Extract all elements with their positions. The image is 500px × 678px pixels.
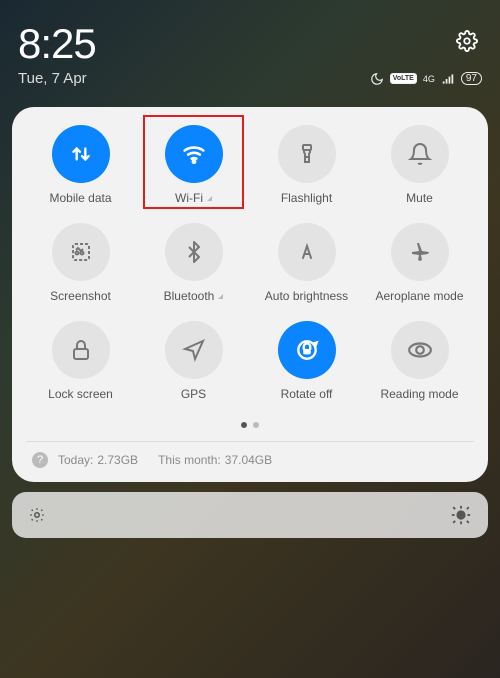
tile-mute[interactable]: Mute <box>365 125 474 205</box>
lock-icon[interactable] <box>52 321 110 379</box>
tile-label: Flashlight <box>281 191 332 205</box>
usage-month-value: 37.04GB <box>225 453 272 467</box>
expand-indicator-icon[interactable] <box>207 196 212 201</box>
tile-label: Mobile data <box>49 191 111 205</box>
usage-today-label: Today: <box>58 453 93 467</box>
divider <box>26 441 474 442</box>
mobile-data-icon[interactable] <box>52 125 110 183</box>
data-usage-row[interactable]: ? Today: 2.73GB This month: 37.04GB <box>26 450 474 472</box>
usage-month-label: This month: <box>158 453 221 467</box>
tile-label: Bluetooth <box>164 289 224 303</box>
tile-bluetooth[interactable]: Bluetooth <box>139 223 248 303</box>
tile-screenshot[interactable]: Screenshot <box>26 223 135 303</box>
tile-label: Rotate off <box>281 387 333 401</box>
tile-aeroplane[interactable]: Aeroplane mode <box>365 223 474 303</box>
mute-icon[interactable] <box>391 125 449 183</box>
tile-rotate[interactable]: Rotate off <box>252 321 361 401</box>
tile-label: Lock screen <box>48 387 113 401</box>
volte-badge: VoLTE <box>390 73 417 84</box>
reading-icon[interactable] <box>391 321 449 379</box>
screenshot-icon[interactable] <box>52 223 110 281</box>
tile-lock[interactable]: Lock screen <box>26 321 135 401</box>
date-text: Tue, 7 Apr <box>18 70 87 87</box>
tile-reading[interactable]: Reading mode <box>365 321 474 401</box>
dnd-moon-icon <box>370 72 384 86</box>
network-type: 4G <box>423 74 435 84</box>
tile-wifi[interactable]: Wi-Fi <box>139 125 248 205</box>
tile-gps[interactable]: GPS <box>139 321 248 401</box>
brightness-slider[interactable] <box>12 492 488 538</box>
tile-label: Aeroplane mode <box>375 289 463 303</box>
tile-flashlight[interactable]: Flashlight <box>252 125 361 205</box>
auto-bright-icon[interactable] <box>278 223 336 281</box>
page-indicator[interactable] <box>26 415 474 433</box>
clock-time: 8:25 <box>18 20 482 68</box>
status-icons: VoLTE 4G 97 <box>370 72 482 86</box>
gps-icon[interactable] <box>165 321 223 379</box>
brightness-high-icon <box>450 504 472 526</box>
tile-mobile-data[interactable]: Mobile data <box>26 125 135 205</box>
tile-auto-bright[interactable]: Auto brightness <box>252 223 361 303</box>
tile-label: Mute <box>406 191 433 205</box>
tile-label: Auto brightness <box>265 289 348 303</box>
settings-gear-icon[interactable] <box>456 30 478 57</box>
wifi-icon[interactable] <box>165 125 223 183</box>
signal-icon <box>441 72 455 86</box>
rotate-icon[interactable] <box>278 321 336 379</box>
brightness-low-icon <box>28 506 46 524</box>
bluetooth-icon[interactable] <box>165 223 223 281</box>
flashlight-icon[interactable] <box>278 125 336 183</box>
tile-label: Screenshot <box>50 289 111 303</box>
aeroplane-icon[interactable] <box>391 223 449 281</box>
tile-label: Wi-Fi <box>175 191 212 205</box>
quick-settings-panel: Mobile data Wi-Fi Flashlight Mute Screenshot… <box>12 107 488 482</box>
expand-indicator-icon[interactable] <box>218 294 223 299</box>
usage-today-value: 2.73GB <box>97 453 138 467</box>
info-icon: ? <box>32 452 48 468</box>
battery-indicator: 97 <box>461 72 482 85</box>
tile-label: GPS <box>181 387 206 401</box>
tile-label: Reading mode <box>380 387 458 401</box>
